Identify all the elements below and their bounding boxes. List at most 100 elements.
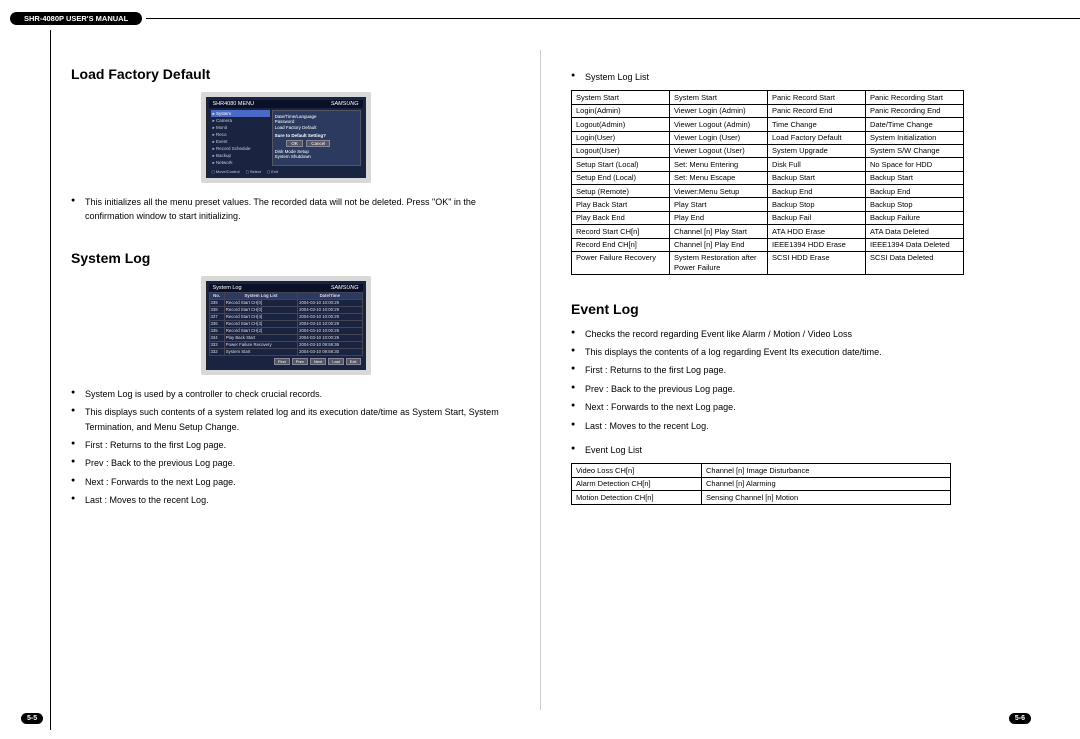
fig2-cell: 2004-03-10 10:00:29 [298,313,362,320]
fig1-footer: Move/Control Select Exit [209,168,363,175]
fig2-cell: 335 [209,327,224,334]
fig1-menu-item[interactable]: ▸ Event [211,138,270,145]
note-item: This displays such contents of a system … [71,405,500,434]
figure-factory-default: SHR4080 MENU SAMSUNG ▸ System▸ Camera▸ M… [201,92,371,183]
fig2-cell: 334 [209,334,224,341]
fig1-cancel-button[interactable]: Cancel [306,140,330,147]
eventlog-cell: Channel [n] Alarming [702,477,951,490]
syslog-cell: IEEE1394 Data Deleted [866,238,964,251]
doc-header-title: SHR-4080P USER'S MANUAL [10,12,142,25]
fig2-cell: 339 [209,299,224,306]
syslog-cell: Load Factory Default [768,131,866,144]
fig2-nav-button[interactable]: Last [328,358,344,365]
fig1-footer-item: Select [246,169,261,174]
syslog-cell: ATA Data Deleted [866,225,964,238]
fig1-menu-item[interactable]: ▸ Camera [211,117,270,124]
syslog-cell: Logout(Admin) [572,118,670,131]
fig2-nav-button[interactable]: Prev [292,358,308,365]
syslog-cell: Backup End [768,185,866,198]
eventlog-cell: Motion Detection CH[n] [572,491,702,504]
syslog-cell: Backup Fail [768,211,866,224]
fig1-ok-button[interactable]: OK [286,140,303,147]
syslog-cell: IEEE1394 HDD Erase [768,238,866,251]
fig2-col-header: Date/Time [298,292,362,299]
syslog-cell: Disk Full [768,158,866,171]
syslog-cell: System Restoration after Power Failure [670,251,768,274]
fig2-cell: 2004-03-10 10:00:29 [298,320,362,327]
fig2-nav-button[interactable]: Exit [346,358,361,365]
fig2-nav-buttons: FirstPrevNextLastExit [209,356,363,367]
header-rule [146,18,1080,19]
page-number-right: 5-6 [1009,713,1031,724]
fig1-menu-item[interactable]: ▸ Backup [211,152,270,159]
fig2-cell: Record Start CH[3] [224,320,297,327]
fig1-menu-item[interactable]: ▸ Reco [211,131,270,138]
fig1-dialog-item: Load Factory Default [275,125,358,130]
syslog-cell: Time Change [768,118,866,131]
syslog-cell: Set: Menu Escape [670,171,768,184]
page-right: System Log List System StartSystem Start… [541,30,1041,730]
syslog-cell: Login(User) [572,131,670,144]
eventlog-cell: Alarm Detection CH[n] [572,477,702,490]
fig2-cell: 336 [209,320,224,327]
page-number-left: 5-5 [21,713,43,724]
syslog-cell: Setup Start (Local) [572,158,670,171]
fig2-cell: 2004-03-10 09:59:30 [298,348,362,355]
fig2-log-table: No.System Log ListDate/Time339Record Sta… [209,292,363,356]
fig2-cell: 332 [209,348,224,355]
fig2-cell: Record Start CH[0] [224,306,297,313]
syslog-cell: Power Failure Recovery [572,251,670,274]
fig2-cell: Record Start CH[0] [224,299,297,306]
doc-header: SHR-4080P USER'S MANUAL [0,0,1080,30]
note-item: This displays the contents of a log rega… [571,345,1001,359]
syslog-cell: Setup End (Local) [572,171,670,184]
syslog-cell: System Initialization [866,131,964,144]
syslog-cell: SCSI HDD Erase [768,251,866,274]
note-item: First : Returns to the first Log page. [571,363,1001,377]
syslog-cell: SCSI Data Deleted [866,251,964,274]
note-item: This initializes all the menu preset val… [71,195,500,224]
syslog-cell: Backup End [866,185,964,198]
fig1-footer-item: Exit [267,169,278,174]
fig2-cell: 337 [209,313,224,320]
syslog-cell: Channel [n] Play Start [670,225,768,238]
heading-event-log: Event Log [571,301,1001,317]
fig2-cell: 2004-03-10 10:00:29 [298,299,362,306]
fig2-nav-button[interactable]: First [274,358,290,365]
fig1-menu: ▸ System▸ Camera▸ Monit▸ Reco▸ Event▸ Re… [211,110,270,166]
fig2-cell: 2004-03-10 10:00:29 [298,327,362,334]
syslog-cell: Play End [670,211,768,224]
fig2-cell: 333 [209,341,224,348]
fig1-dialog: Date/Time/LanguagePasswordLoad Factory D… [272,110,361,166]
fig1-extra-item: Disk Mode Setup [275,149,358,154]
syslog-cell: Panic Record Start [768,91,866,104]
syslog-cell: System S/W Change [866,144,964,157]
fig1-menu-item[interactable]: ▸ System [211,110,270,117]
event-log-table: Video Loss CH[n]Channel [n] Image Distur… [571,463,951,504]
fig2-col-header: No. [209,292,224,299]
fig1-menu-item[interactable]: ▸ Record Schedule [211,145,270,152]
fig1-menu-item[interactable]: ▸ Monit [211,124,270,131]
syslog-cell: Record End CH[n] [572,238,670,251]
syslog-cell: No Space for HDD [866,158,964,171]
fig2-cell: System Start [224,348,297,355]
note-item: First : Returns to the first Log page. [71,438,500,452]
fig2-cell: 2004-03-10 10:00:29 [298,306,362,313]
syslog-cell: Setup (Remote) [572,185,670,198]
heading-system-log: System Log [71,250,500,266]
syslog-cell: Viewer Logout (Admin) [670,118,768,131]
syslog-cell: System Start [670,91,768,104]
fig2-cell: Power Failure Recovery [224,341,297,348]
note-item: System Log is used by a controller to ch… [71,387,500,401]
fig1-dialog-item: Password [275,119,358,124]
fig2-nav-button[interactable]: Next [310,358,326,365]
fig2-cell: Record Start CH[4] [224,313,297,320]
heading-load-factory-default: Load Factory Default [71,66,500,82]
note-item: Next : Forwards to the next Log page. [71,475,500,489]
fig1-menu-item[interactable]: ▸ Network [211,159,270,166]
fig1-footer-item: Move/Control [212,169,240,174]
syslog-cell: Backup Start [866,171,964,184]
note-item: Last : Moves to the recent Log. [571,419,1001,433]
syslog-cell: Backup Start [768,171,866,184]
syslog-cell: Play Back Start [572,198,670,211]
